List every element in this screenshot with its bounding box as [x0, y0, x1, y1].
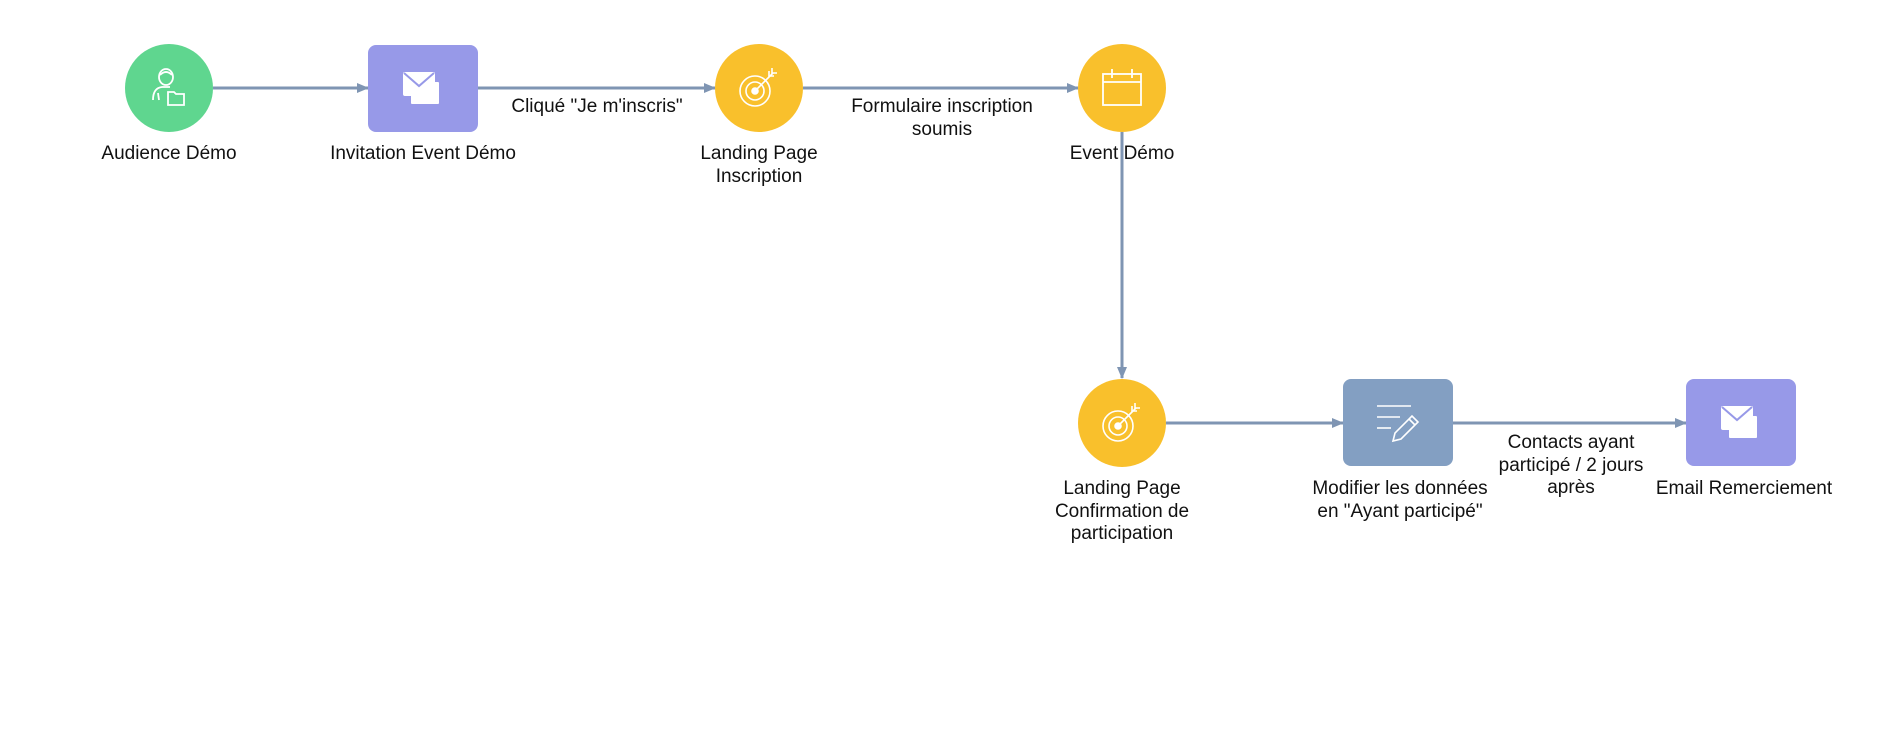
node-label-audience: Audience Démo	[101, 143, 237, 164]
calendar-icon	[1102, 69, 1142, 106]
node-label-landing2: Landing Page Confirmation de participati…	[1054, 478, 1190, 544]
edge-label-clique: Cliqué "Je m'inscris"	[511, 96, 683, 117]
node-landing1[interactable]	[715, 44, 803, 132]
node-landing2[interactable]	[1078, 379, 1166, 467]
node-invitation[interactable]	[368, 45, 478, 132]
audience-icon	[152, 68, 185, 106]
node-label-landing1: Landing Page Inscription	[700, 143, 818, 187]
node-audience[interactable]	[125, 44, 213, 132]
edit-data-icon	[1377, 404, 1420, 442]
target-icon	[739, 68, 777, 107]
edge-label-formulaire: Formulaire inscription soumis	[851, 96, 1033, 140]
email-icon	[1721, 405, 1759, 440]
node-event[interactable]	[1078, 44, 1166, 132]
node-label-event: Event Démo	[1069, 143, 1175, 164]
node-label-invitation: Invitation Event Démo	[330, 143, 516, 164]
email-icon	[403, 71, 441, 106]
node-modifier[interactable]	[1343, 379, 1453, 466]
edge-label-contacts: Contacts ayant participé / 2 jours après	[1498, 432, 1644, 498]
node-email2[interactable]	[1686, 379, 1796, 466]
target-icon	[1102, 403, 1140, 442]
